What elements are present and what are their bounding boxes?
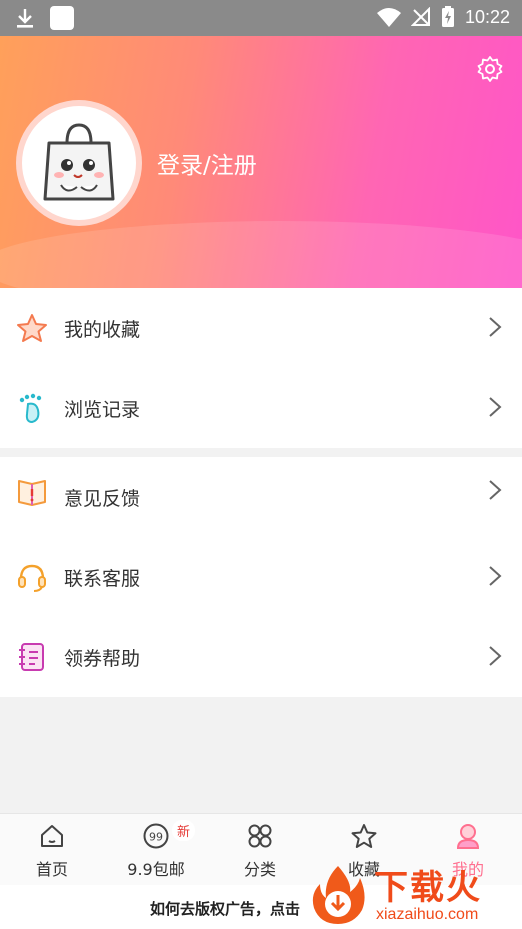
tab-label: 分类: [243, 860, 276, 879]
feedback-book-icon: [18, 480, 46, 506]
chevron-right-icon: [489, 397, 502, 417]
star-outline-icon: [351, 824, 377, 848]
chevron-right-icon: [489, 646, 502, 666]
status-time: 10:22: [464, 6, 510, 27]
header-wave-decoration: [0, 221, 522, 288]
login-register-link[interactable]: 登录/注册: [157, 146, 257, 180]
watermark-url: xiazaihuo.com: [376, 906, 479, 923]
headset-icon: [18, 564, 46, 592]
flame-logo-icon: [312, 866, 365, 924]
chevron-right-icon: [489, 566, 502, 586]
menu-item-label: 浏览记录: [64, 398, 141, 421]
menu-group-support: 意见反馈 联系客服 领券帮助: [0, 457, 522, 697]
avatar[interactable]: [16, 100, 142, 226]
watermark-title: 下载火: [374, 868, 482, 908]
menu-item-label: 我的收藏: [64, 318, 141, 341]
notification-square-icon: [50, 6, 74, 30]
watermark: 下载火 xiazaihuo.com: [306, 854, 522, 929]
menu-item-label: 领券帮助: [64, 647, 141, 670]
tab-home[interactable]: 首页: [0, 814, 104, 886]
menu-item-coupon-help[interactable]: 领券帮助: [0, 617, 522, 697]
menu-item-label: 联系客服: [64, 567, 141, 590]
ad-text: 如何去版权广告，点击: [150, 900, 301, 918]
menu-group-favorites: 我的收藏 浏览记录: [0, 288, 522, 448]
menu-item-feedback[interactable]: 意见反馈: [0, 457, 522, 537]
notebook-icon: [19, 643, 44, 671]
wifi-icon: [376, 8, 401, 27]
download-icon: [17, 9, 33, 28]
tab-label: 9.9包邮: [127, 860, 185, 879]
shopping-bag-mascot-icon: [43, 123, 115, 201]
star-icon: [17, 314, 47, 342]
chevron-right-icon: [489, 480, 502, 500]
menu-item-history[interactable]: 浏览记录: [0, 368, 522, 448]
svg-text:99: 99: [149, 831, 163, 844]
user-icon: [456, 824, 480, 849]
no-signal-icon: [410, 7, 430, 26]
battery-charging-icon: [441, 6, 454, 27]
menu-item-favorites[interactable]: 我的收藏: [0, 288, 522, 368]
menu-item-label: 意见反馈: [64, 487, 141, 510]
profile-header: 登录/注册: [0, 36, 522, 288]
tab-label: 首页: [35, 860, 68, 879]
chevron-right-icon: [489, 317, 502, 337]
grid-icon: [248, 824, 272, 848]
home-icon: [41, 825, 63, 847]
menu-item-contact-service[interactable]: 联系客服: [0, 537, 522, 617]
nine-nine-icon: 99: [143, 823, 169, 849]
settings-gear-icon[interactable]: [476, 55, 504, 83]
tab-categories[interactable]: 分类: [208, 814, 312, 886]
footprint-icon: [19, 393, 42, 424]
new-badge: 新: [172, 820, 196, 841]
status-bar: 10:22: [0, 0, 522, 36]
